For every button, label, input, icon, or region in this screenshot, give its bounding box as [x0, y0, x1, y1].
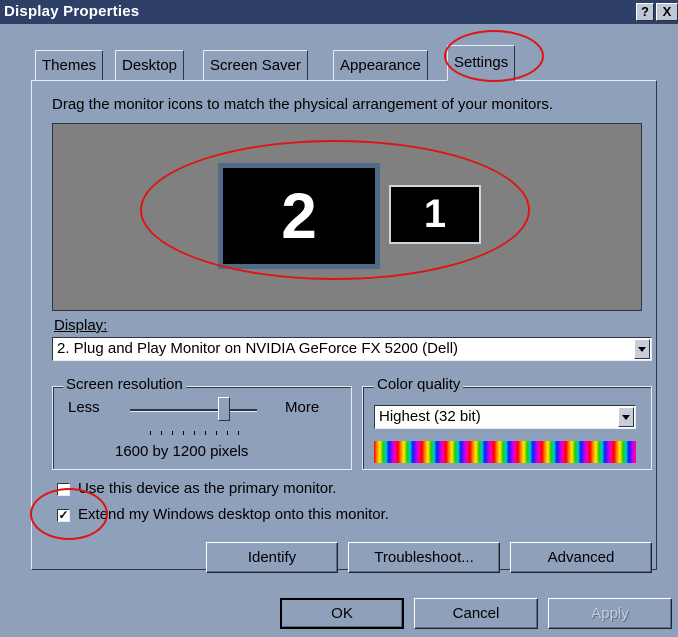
slider-tick — [150, 431, 151, 435]
slider-tick — [194, 431, 195, 435]
chevron-down-icon[interactable] — [634, 339, 650, 359]
color-quality-select[interactable]: Highest (32 bit) — [374, 405, 636, 429]
slider-tick — [216, 431, 217, 435]
resolution-slider-track[interactable] — [130, 409, 257, 412]
slider-tick — [205, 431, 206, 435]
display-label-text: Display: — [54, 317, 108, 334]
instruction-text: Drag the monitor icons to match the phys… — [52, 96, 554, 113]
tab-appearance[interactable]: Appearance — [333, 50, 428, 80]
slider-tick — [161, 431, 162, 435]
resolution-slider-thumb[interactable] — [218, 397, 230, 421]
color-quality-value: Highest (32 bit) — [379, 408, 481, 425]
display-select[interactable]: 2. Plug and Play Monitor on NVIDIA GeFor… — [52, 337, 652, 361]
extend-desktop-label[interactable]: Extend my Windows desktop onto this moni… — [78, 506, 389, 523]
identify-button[interactable]: Identify — [206, 542, 338, 573]
color-quality-label: Color quality — [374, 376, 464, 393]
tab-settings[interactable]: Settings — [447, 45, 516, 81]
resolution-less-label: Less — [68, 399, 100, 416]
slider-tick — [183, 431, 184, 435]
cancel-button[interactable]: Cancel — [414, 598, 538, 629]
close-button[interactable]: X — [656, 3, 678, 21]
ok-button[interactable]: OK — [280, 598, 404, 629]
resolution-value-text: 1600 by 1200 pixels — [115, 443, 249, 460]
title-bar[interactable]: Display Properties ? X — [0, 0, 678, 24]
troubleshoot-button[interactable]: Troubleshoot... — [348, 542, 500, 573]
display-label: Display: — [54, 317, 107, 334]
chevron-down-icon[interactable] — [618, 407, 634, 427]
apply-button[interactable]: Apply — [548, 598, 672, 629]
tab-themes[interactable]: Themes — [35, 50, 104, 80]
slider-tick — [172, 431, 173, 435]
screen-resolution-label: Screen resolution — [63, 376, 186, 393]
primary-monitor-label[interactable]: Use this device as the primary monitor. — [78, 480, 336, 497]
color-spectrum-bar — [374, 441, 636, 463]
monitor-2-icon[interactable]: 2 — [218, 163, 380, 269]
resolution-more-label: More — [285, 399, 320, 416]
display-select-value: 2. Plug and Play Monitor on NVIDIA GeFor… — [57, 340, 459, 357]
slider-tick — [227, 431, 228, 435]
extend-desktop-checkbox[interactable]: ✓ — [57, 509, 70, 522]
tab-desktop[interactable]: Desktop — [115, 50, 185, 80]
monitor-1-icon[interactable]: 1 — [389, 185, 481, 244]
advanced-button[interactable]: Advanced — [510, 542, 652, 573]
primary-monitor-checkbox[interactable] — [57, 483, 70, 496]
help-button[interactable]: ? — [636, 3, 654, 21]
window-title: Display Properties — [4, 3, 140, 20]
tab-screen-saver[interactable]: Screen Saver — [203, 50, 308, 80]
display-properties-window: Display Properties ? X Themes Desktop Sc… — [0, 0, 678, 637]
slider-tick — [238, 431, 239, 435]
